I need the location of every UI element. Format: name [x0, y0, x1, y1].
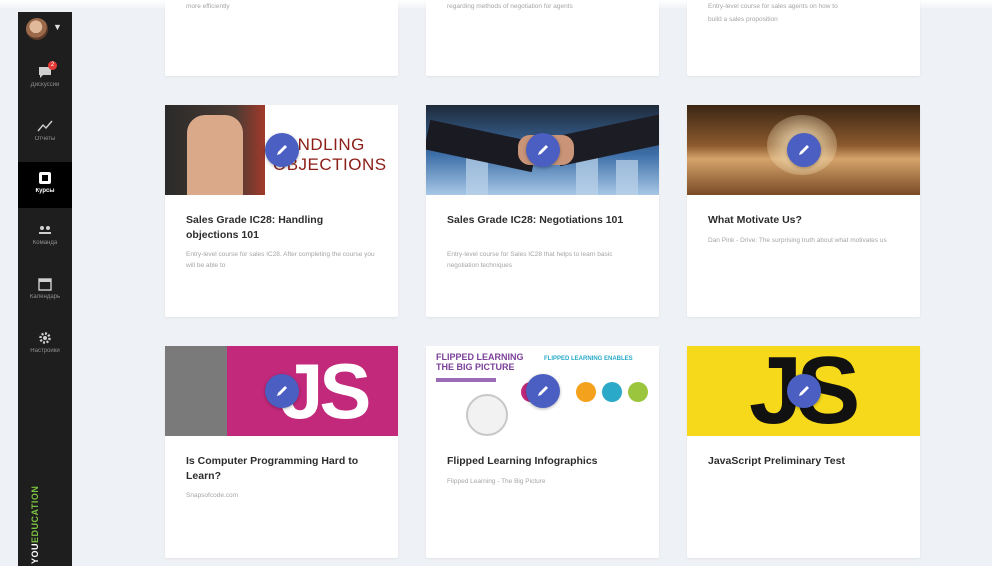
course-description: more efficiently — [186, 3, 230, 10]
course-card[interactable]: regarding methods of negotiation for age… — [426, 0, 659, 76]
sidebar-item-calendar[interactable]: Календарь — [18, 268, 72, 314]
course-card[interactable]: JS JavaScript Preliminary Test — [687, 346, 920, 558]
thumbnail-subheading: FLIPPED LEARNING ENABLES — [544, 356, 633, 362]
edit-button[interactable] — [787, 133, 821, 167]
thumbnail-background — [165, 346, 227, 436]
course-thumbnail[interactable]: JS — [687, 346, 920, 436]
edit-button[interactable] — [787, 374, 821, 408]
course-description: Entry-level course for sales IC28. After… — [186, 251, 375, 269]
course-description: Dan Pink - Drive: The surprising truth a… — [708, 237, 887, 244]
brand-logo: YOUEDUCATION — [30, 485, 40, 564]
sidebar-item-discussions[interactable]: 2 Дискуссии — [18, 56, 72, 102]
sidebar-item-settings[interactable]: Настройки — [18, 322, 72, 368]
pencil-icon — [538, 386, 548, 396]
notification-badge: 2 — [48, 61, 57, 70]
pencil-icon — [538, 145, 548, 155]
course-title[interactable]: Is Computer Programming Hard to Learn? — [186, 454, 376, 484]
people-icon — [37, 222, 53, 238]
sidebar-item-team[interactable]: Команда — [18, 214, 72, 260]
course-thumbnail[interactable] — [426, 105, 659, 195]
thumbnail-bar — [436, 378, 496, 382]
course-card[interactable]: What Motivate Us? Dan Pink - Drive: The … — [687, 105, 920, 317]
edit-button[interactable] — [526, 133, 560, 167]
pencil-icon — [277, 386, 287, 396]
pencil-icon — [799, 386, 809, 396]
course-title[interactable]: What Motivate Us? — [708, 213, 898, 228]
hourglass-circle — [466, 394, 508, 436]
course-thumbnail[interactable]: JS — [165, 346, 398, 436]
sidebar-item-courses[interactable]: Курсы — [18, 162, 72, 208]
course-card[interactable]: JS Is Computer Programming Hard to Learn… — [165, 346, 398, 558]
course-description: Flipped Learning - The Big Picture — [447, 478, 546, 485]
course-description: Entry-level course for Sales IC28 that h… — [447, 251, 613, 269]
course-card[interactable]: more efficiently — [165, 0, 398, 76]
infographic-dot — [576, 382, 596, 402]
sidebar-item-label: Отчеты — [34, 136, 56, 142]
thumbnail-heading: FLIPPED LEARNING THE BIG PICTURE — [436, 352, 524, 372]
chevron-down-icon[interactable]: ▼ — [53, 22, 62, 32]
course-title[interactable]: Sales Grade IC28: Handling objections 10… — [186, 213, 376, 243]
course-card[interactable]: Entry-level course for sales agents on h… — [687, 0, 920, 76]
course-description: Snapsofcode.com — [186, 492, 239, 499]
course-description: regarding methods of negotiation for age… — [447, 3, 573, 10]
chart-line-icon — [37, 118, 53, 134]
calendar-icon — [37, 276, 53, 292]
avatar[interactable] — [26, 18, 48, 40]
course-title[interactable]: Sales Grade IC28: Negotiations 101 — [447, 213, 637, 228]
sidebar-item-label: Календарь — [29, 294, 61, 300]
courses-icon — [37, 170, 53, 186]
edit-button[interactable] — [526, 374, 560, 408]
pencil-icon — [799, 145, 809, 155]
edit-button[interactable] — [265, 374, 299, 408]
hand-image — [187, 115, 243, 195]
sidebar-item-label: Команда — [32, 240, 58, 246]
course-thumbnail[interactable]: HANDLING OBJECTIONS — [165, 105, 398, 195]
course-card[interactable]: Sales Grade IC28: Negotiations 101 Entry… — [426, 105, 659, 317]
sidebar-item-label: Курсы — [35, 188, 55, 194]
sidebar-item-label: Настройки — [30, 348, 60, 354]
course-title[interactable]: JavaScript Preliminary Test — [708, 454, 898, 469]
sidebar: ▼ 2 Дискуссии Отчеты Курсы Команда Кален… — [18, 12, 72, 566]
course-description: Entry-level course for sales agents on h… — [708, 3, 838, 23]
pencil-icon — [277, 145, 287, 155]
edit-button[interactable] — [265, 133, 299, 167]
course-card[interactable]: HANDLING OBJECTIONS Sales Grade IC28: Ha… — [165, 105, 398, 317]
building-shape — [616, 160, 638, 195]
user-menu[interactable]: ▼ — [26, 18, 66, 46]
course-thumbnail[interactable]: FLIPPED LEARNING THE BIG PICTURE FLIPPED… — [426, 346, 659, 436]
gear-icon — [37, 330, 53, 346]
course-thumbnail[interactable] — [687, 105, 920, 195]
course-card[interactable]: FLIPPED LEARNING THE BIG PICTURE FLIPPED… — [426, 346, 659, 558]
sidebar-item-label: Дискуссии — [30, 82, 60, 88]
course-title[interactable]: Flipped Learning Infographics — [447, 454, 637, 469]
infographic-dot — [602, 382, 622, 402]
sidebar-item-reports[interactable]: Отчеты — [18, 110, 72, 156]
infographic-dot — [628, 382, 648, 402]
